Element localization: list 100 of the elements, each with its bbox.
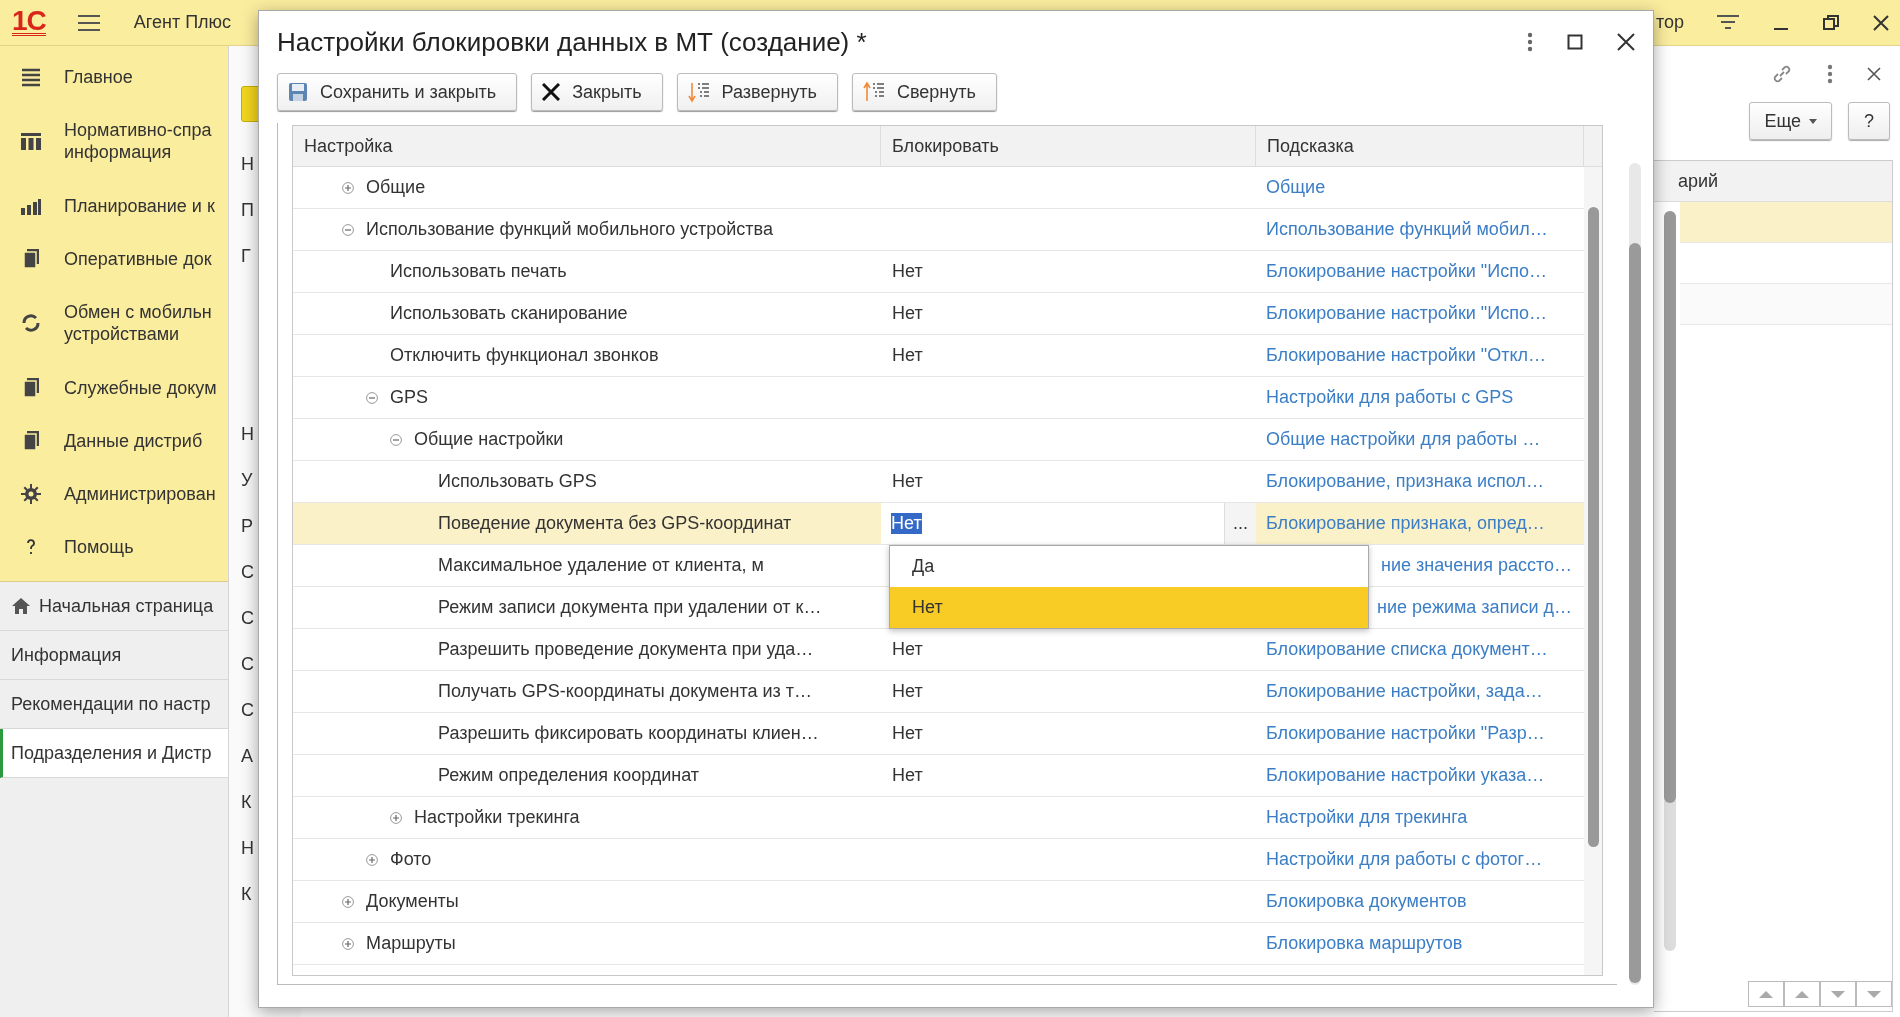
section-link[interactable]: Данные дистриб: [64, 429, 203, 452]
expand-icon[interactable]: [342, 937, 354, 950]
section-link[interactable]: Служебные докум: [64, 376, 217, 399]
hint-link[interactable]: Блокирование настройки "Испо…: [1266, 303, 1547, 324]
form-label: Н: [241, 153, 255, 176]
collapse-icon[interactable]: [390, 433, 402, 446]
open-page-tab[interactable]: Подразделения и Дистр: [0, 729, 228, 778]
hint-link[interactable]: Блокирование настройки "Испо…: [1266, 261, 1547, 282]
cell-value: Нет: [892, 765, 923, 786]
hint-link[interactable]: Блокирование настройки "Откл…: [1266, 345, 1547, 366]
form-label: С: [241, 699, 255, 722]
table-row[interactable]: Общие настройки Общие настройки для работы …: [293, 419, 1584, 461]
section-link[interactable]: Главное: [64, 65, 133, 88]
menu-icon[interactable]: [77, 13, 100, 32]
section-link[interactable]: Нормативно-спра информация: [64, 119, 212, 163]
setting-name: Фото: [390, 849, 432, 870]
table-row[interactable]: Получать GPS-координаты документа из т… Нет Блокирование настройки, зада…: [293, 671, 1584, 713]
hint-link[interactable]: Блокировка маршрутов: [1266, 933, 1463, 954]
cell-value: Нет: [892, 303, 923, 324]
collapse-icon[interactable]: [342, 223, 354, 236]
table-row[interactable]: Разрешить проведение документа при уда… Нет Блокирование списка документ…: [293, 629, 1584, 671]
close-button[interactable]: Закрыть: [531, 73, 663, 111]
section-link[interactable]: Помощь: [64, 535, 134, 558]
expand-icon[interactable]: [390, 811, 402, 824]
hint-link[interactable]: Общие настройки для работы …: [1266, 429, 1541, 450]
table-row[interactable]: Общие Общие: [293, 167, 1584, 209]
table-row[interactable]: GPS Настройки для работы с GPS: [293, 377, 1584, 419]
expand-button[interactable]: Развернуть: [676, 73, 838, 111]
scrollbar[interactable]: [1664, 211, 1676, 951]
setting-name: Получать GPS-координаты документа из т…: [438, 681, 812, 702]
setting-name: Разрешить проведение документа при уда…: [438, 639, 814, 660]
form-label: К: [241, 791, 253, 814]
caret-icon: [1809, 118, 1817, 124]
section-link[interactable]: Оперативные док: [64, 247, 212, 270]
table-row[interactable]: Режим определения координат Нет Блокирование настройки указа…: [293, 755, 1584, 797]
choice-button[interactable]: ...: [1224, 503, 1256, 544]
cell-value: Нет: [892, 681, 923, 702]
help-button[interactable]: ?: [1848, 102, 1890, 140]
dropdown-option[interactable]: Нет: [890, 587, 1368, 628]
hint-link[interactable]: Блокирование, признака испол…: [1266, 471, 1544, 492]
setting-name: Настройки трекинга: [414, 807, 580, 828]
settings-icon[interactable]: [20, 482, 42, 505]
value-field[interactable]: Нет: [881, 503, 1224, 544]
setting-name: Режим записи документа при удалении от к…: [438, 597, 822, 618]
restore-icon[interactable]: [1822, 13, 1840, 32]
table-row[interactable]: Разрешить фиксировать координаты клиен… Нет Блокирование настройки "Разр…: [293, 713, 1584, 755]
table-row[interactable]: Документы Блокировка документов: [293, 881, 1584, 923]
tree-list-icon: [687, 81, 710, 103]
home-icon: [11, 597, 31, 615]
scrollbar[interactable]: [1629, 163, 1641, 985]
table-row[interactable]: Использовать сканирование Нет Блокирование настройки "Испо…: [293, 293, 1584, 335]
form-label: К: [241, 883, 253, 906]
hint-link[interactable]: ние значения рассто…: [1380, 555, 1572, 576]
table-row[interactable]: Использовать печать Нет Блокирование настройки "Испо…: [293, 251, 1584, 293]
app-title: Агент Плюс: [133, 12, 232, 33]
more-button[interactable]: Еще: [1749, 102, 1832, 140]
table-row[interactable]: Маршруты Блокировка маршрутов: [293, 923, 1584, 965]
hint-link[interactable]: Общие: [1266, 177, 1326, 198]
maximize-icon[interactable]: [1567, 34, 1583, 50]
hint-link[interactable]: ние режима записи д…: [1377, 597, 1572, 618]
section-link[interactable]: Администрирован: [64, 482, 216, 505]
section-link[interactable]: Планирование и к: [64, 194, 215, 217]
user-name: тор: [1655, 12, 1684, 33]
hint-link[interactable]: Настройки для работы с фотог…: [1266, 849, 1543, 870]
setting-name: Режим определения координат: [438, 765, 700, 786]
hint-link[interactable]: Блокирование признака, опред…: [1266, 513, 1545, 534]
hint-link[interactable]: Блокирование настройки указа…: [1266, 765, 1545, 786]
close-icon[interactable]: [1617, 33, 1635, 51]
refresh-icon[interactable]: [20, 312, 42, 334]
table-row[interactable]: Настройки трекинга Настройки для трекинга: [293, 797, 1584, 839]
hint-link[interactable]: Блокировка документов: [1266, 891, 1467, 912]
setting-name: Общие настройки: [414, 429, 564, 450]
table-row[interactable]: Фото Настройки для работы с фотог…: [293, 839, 1584, 881]
table-row[interactable]: Использование функций мобильного устройства Использование функций мобил…: [293, 209, 1584, 251]
hint-link[interactable]: Блокирование настройки "Разр…: [1266, 723, 1545, 744]
collapse-button[interactable]: Свернуть: [851, 73, 997, 111]
hint-link[interactable]: Настройки для трекинга: [1266, 807, 1468, 828]
hint-link[interactable]: Использование функций мобил…: [1266, 219, 1548, 240]
close-icon[interactable]: [1872, 13, 1890, 32]
expand-icon[interactable]: [342, 181, 354, 194]
collapse-icon[interactable]: [366, 391, 378, 404]
column-header: Настройка: [293, 126, 881, 166]
more-icon[interactable]: [1527, 32, 1533, 52]
expand-icon[interactable]: [342, 895, 354, 908]
columns-icon[interactable]: [20, 130, 42, 152]
form-label: Г: [241, 245, 252, 268]
hint-link[interactable]: Блокирование настройки, зада…: [1266, 681, 1543, 702]
hint-link[interactable]: Настройки для работы с GPS: [1266, 387, 1514, 408]
setting-name: GPS: [390, 387, 428, 408]
link-icon[interactable]: [1771, 63, 1793, 85]
table-row[interactable]: Отключить функционал звонков Нет Блокирование настройки "Откл…: [293, 335, 1584, 377]
scrollbar[interactable]: [1584, 167, 1602, 975]
section-link[interactable]: Обмен с мобильн устройствами: [64, 301, 212, 345]
save-close-button[interactable]: Сохранить и закрыть: [277, 73, 518, 111]
close-icon[interactable]: [1867, 67, 1881, 81]
hint-link[interactable]: Блокирование списка документ…: [1266, 639, 1548, 660]
expand-icon[interactable]: [366, 853, 378, 866]
dropdown-option[interactable]: Да: [890, 546, 1368, 587]
form-label: Р: [241, 515, 254, 538]
more-icon[interactable]: [1827, 64, 1833, 84]
